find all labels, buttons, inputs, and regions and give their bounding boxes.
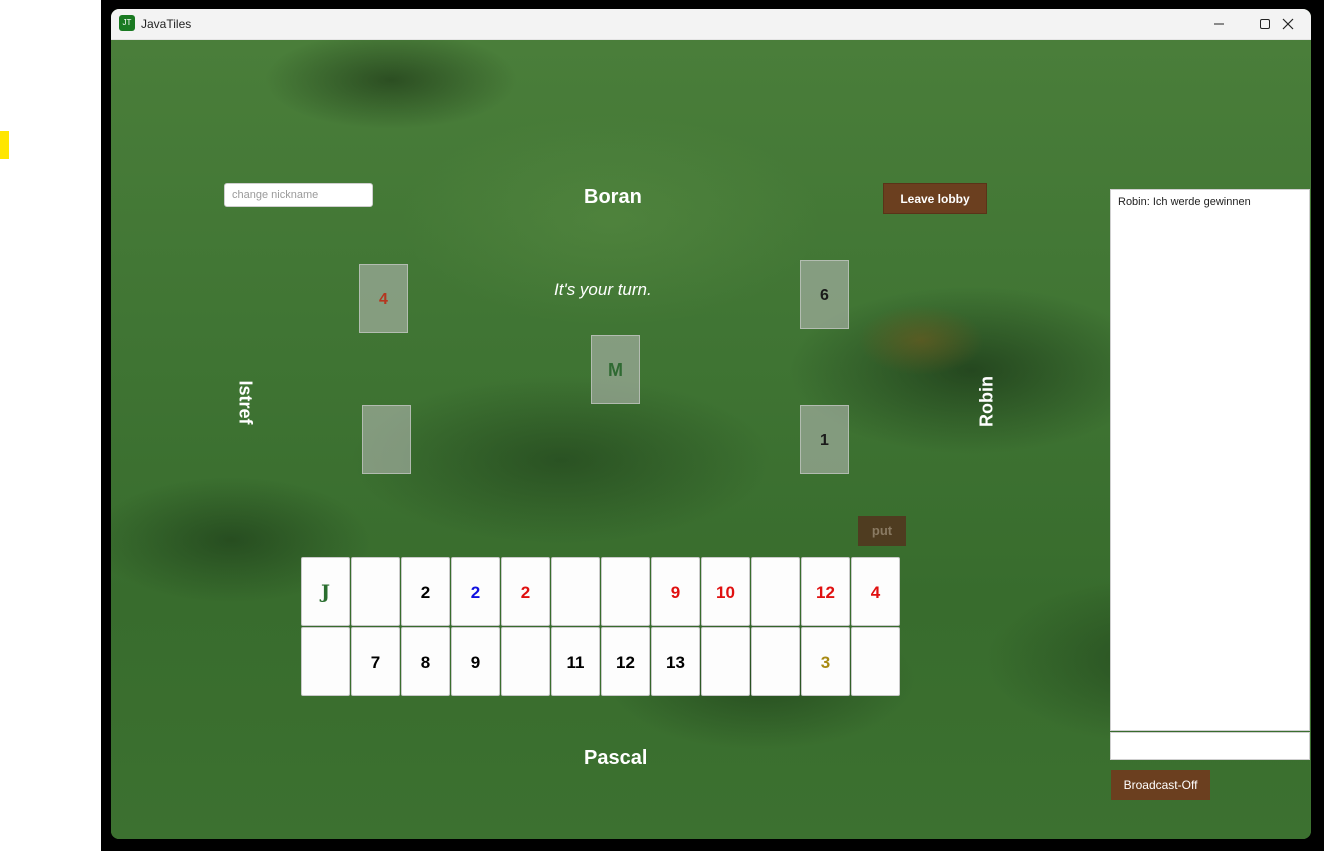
rack-tile[interactable]: 12 bbox=[601, 627, 650, 696]
game-table: Boran Istref Robin Pascal Leave lobby It… bbox=[111, 40, 1311, 839]
close-icon bbox=[1282, 18, 1294, 30]
chat-input[interactable] bbox=[1110, 732, 1310, 760]
draw-pile[interactable]: M bbox=[591, 335, 640, 404]
rack-tile[interactable] bbox=[501, 627, 550, 696]
rack-tile[interactable] bbox=[551, 557, 600, 626]
rack-tile[interactable]: 7 bbox=[351, 627, 400, 696]
chat-message: Robin: Ich werde gewinnen bbox=[1118, 196, 1251, 208]
discard-stack-bottom-right[interactable]: 1 bbox=[800, 405, 849, 474]
rack-tile[interactable]: 9 bbox=[651, 557, 700, 626]
rack-tile[interactable]: 13 bbox=[651, 627, 700, 696]
rack-tile[interactable] bbox=[351, 557, 400, 626]
player-name-right: Robin bbox=[976, 376, 997, 427]
rack-tile[interactable] bbox=[601, 557, 650, 626]
rack-tile[interactable] bbox=[851, 627, 900, 696]
rack-tile[interactable]: 11 bbox=[551, 627, 600, 696]
rack-tile[interactable] bbox=[301, 627, 350, 696]
yellow-marker bbox=[0, 131, 9, 159]
rack-tile[interactable]: 2 bbox=[451, 557, 500, 626]
chat-log: Robin: Ich werde gewinnen bbox=[1110, 189, 1310, 731]
tile-rack: J 2 2 2 9 10 12 4 7 8 9 11 12 13 3 bbox=[301, 557, 901, 697]
player-name-left: Istref bbox=[235, 380, 256, 425]
broadcast-toggle-button[interactable]: Broadcast-Off bbox=[1111, 770, 1210, 800]
title-bar: JT JavaTiles bbox=[111, 9, 1311, 40]
player-name-top: Boran bbox=[584, 186, 642, 208]
app-window: JT JavaTiles Boran Istref Robin Pascal L… bbox=[111, 9, 1311, 839]
discard-stack-top-right[interactable]: 6 bbox=[800, 260, 849, 329]
window-title: JavaTiles bbox=[141, 17, 192, 31]
close-button[interactable] bbox=[1265, 9, 1311, 39]
rack-tile[interactable]: 9 bbox=[451, 627, 500, 696]
rack-tile[interactable]: 2 bbox=[401, 557, 450, 626]
minimize-icon bbox=[1214, 23, 1224, 25]
discard-stack-top-left[interactable]: 4 bbox=[359, 264, 408, 333]
discard-stack-bottom-left[interactable] bbox=[362, 405, 411, 474]
put-button[interactable]: put bbox=[858, 516, 906, 546]
leave-lobby-button[interactable]: Leave lobby bbox=[883, 183, 987, 214]
player-name-bottom: Pascal bbox=[584, 747, 648, 769]
rack-tile[interactable] bbox=[751, 557, 800, 626]
rack-tile[interactable]: 10 bbox=[701, 557, 750, 626]
rack-tile[interactable]: 2 bbox=[501, 557, 550, 626]
rack-tile[interactable]: 3 bbox=[801, 627, 850, 696]
rack-tile[interactable] bbox=[701, 627, 750, 696]
minimize-button[interactable] bbox=[1196, 9, 1242, 39]
app-icon: JT bbox=[119, 15, 135, 31]
nickname-input[interactable] bbox=[224, 183, 373, 207]
turn-message: It's your turn. bbox=[554, 280, 652, 299]
rack-tile[interactable]: J bbox=[301, 557, 350, 626]
rack-tile[interactable] bbox=[751, 627, 800, 696]
rack-tile[interactable]: 12 bbox=[801, 557, 850, 626]
rack-tile[interactable]: 4 bbox=[851, 557, 900, 626]
rack-tile[interactable]: 8 bbox=[401, 627, 450, 696]
